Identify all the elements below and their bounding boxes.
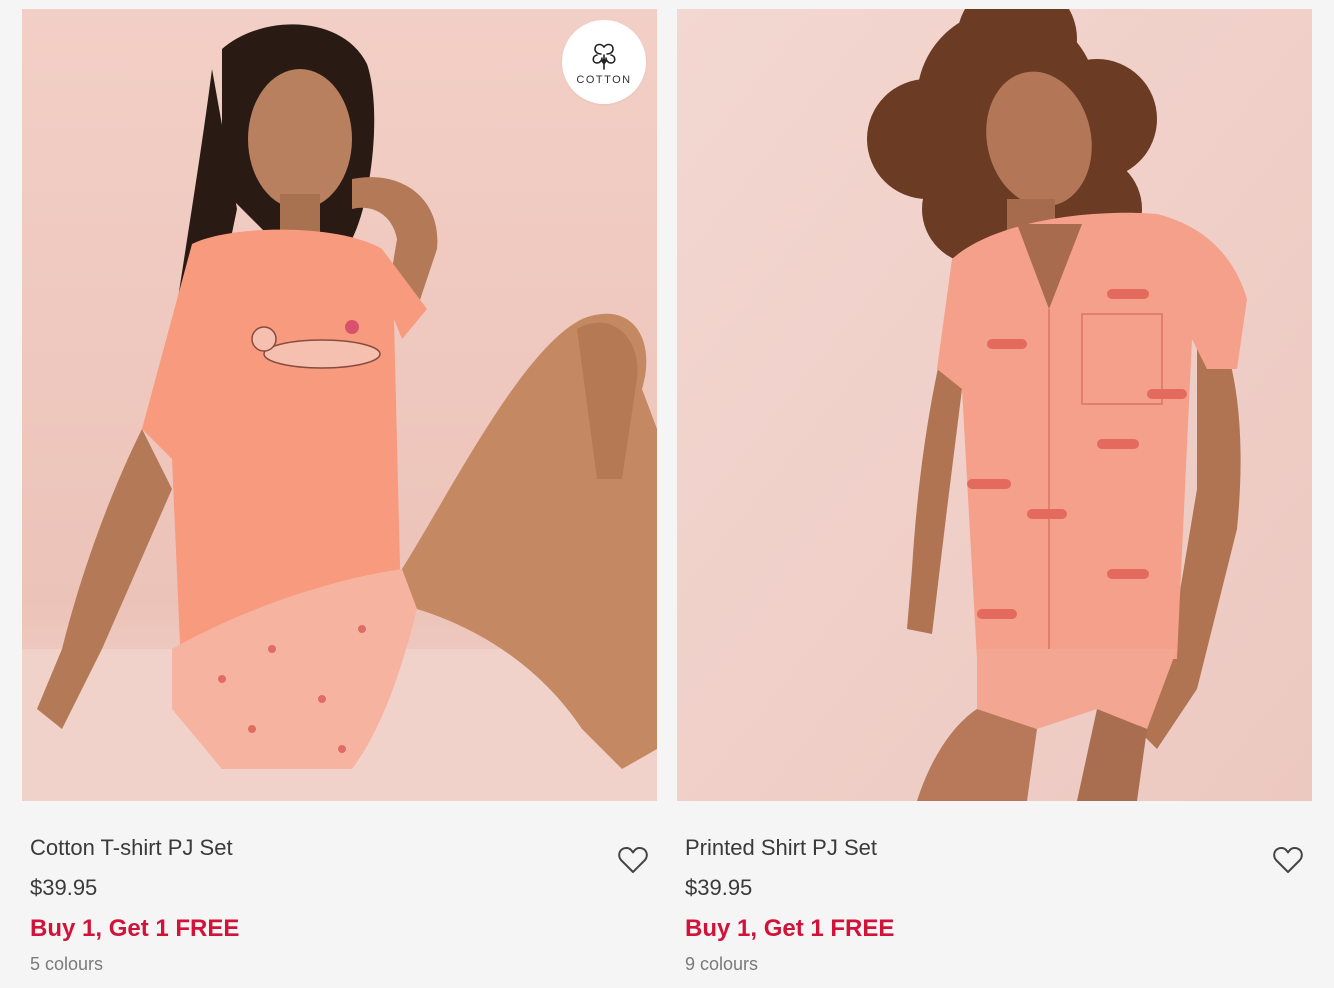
product-grid: COTTON Cotton T-shirt PJ Set $39.95 Buy …	[22, 9, 1312, 988]
product-info: Cotton T-shirt PJ Set $39.95 Buy 1, Get …	[22, 801, 657, 975]
product-card[interactable]: COTTON Cotton T-shirt PJ Set $39.95 Buy …	[22, 9, 657, 988]
product-price: $39.95	[30, 875, 98, 900]
heart-outline-icon	[1273, 846, 1303, 873]
badge-label: COTTON	[576, 73, 632, 86]
product-name[interactable]: Printed Shirt PJ Set	[685, 835, 1312, 861]
cotton-badge: COTTON	[562, 20, 646, 104]
product-price: $39.95	[685, 875, 753, 900]
favorite-button[interactable]	[1272, 845, 1304, 875]
heart-outline-icon	[618, 846, 648, 873]
promo-label: Buy 1, Get 1 FREE	[30, 915, 240, 942]
product-name[interactable]: Cotton T-shirt PJ Set	[30, 835, 657, 861]
product-card[interactable]: Printed Shirt PJ Set $39.95 Buy 1, Get 1…	[677, 9, 1312, 988]
product-image[interactable]	[677, 9, 1312, 801]
model-photo	[22, 9, 657, 801]
model-photo	[677, 9, 1312, 801]
cotton-flower-icon	[592, 43, 616, 70]
favorite-button[interactable]	[617, 845, 649, 875]
product-info: Printed Shirt PJ Set $39.95 Buy 1, Get 1…	[677, 801, 1312, 975]
colour-count[interactable]: 9 colours	[685, 953, 1312, 975]
colour-count[interactable]: 5 colours	[30, 953, 657, 975]
product-image[interactable]: COTTON	[22, 9, 657, 801]
promo-label: Buy 1, Get 1 FREE	[685, 915, 895, 942]
